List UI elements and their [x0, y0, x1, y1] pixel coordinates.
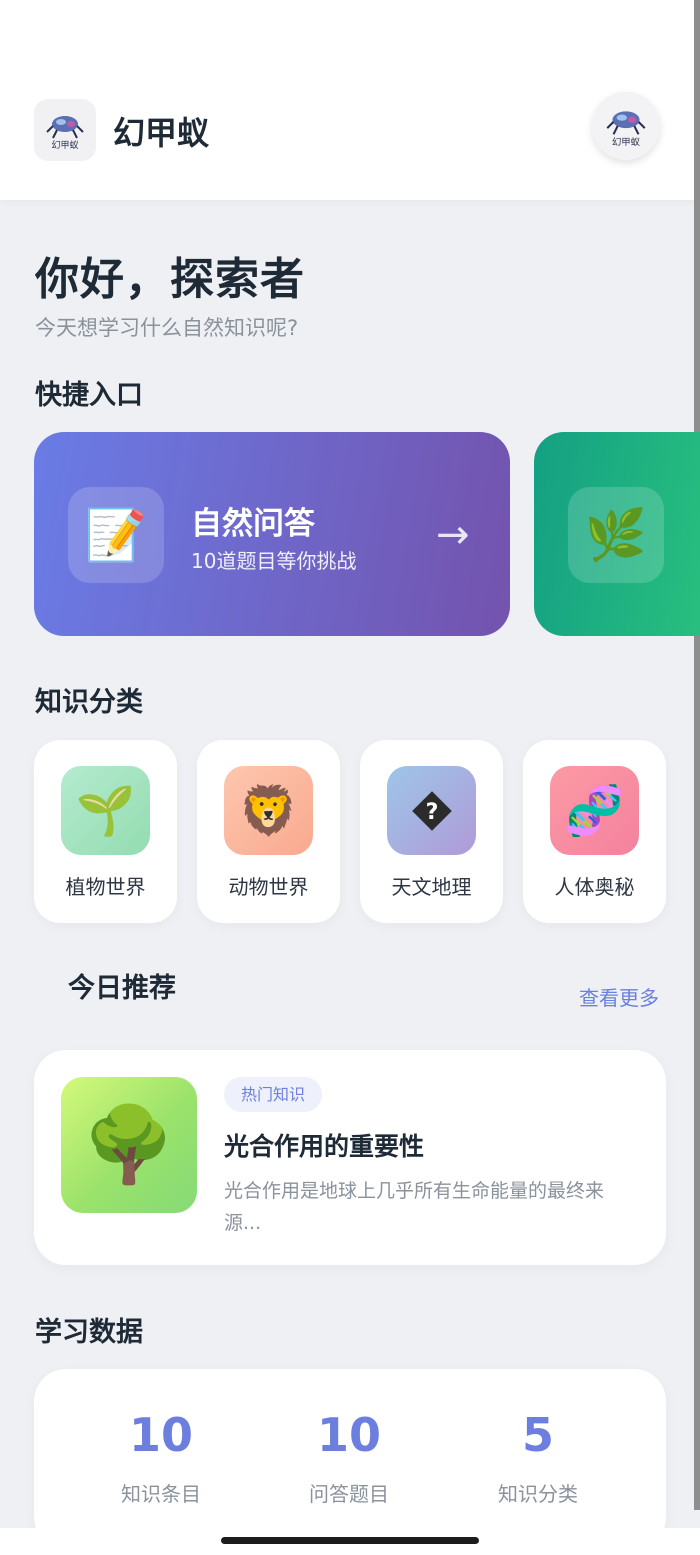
recommend-title: 今日推荐: [68, 973, 176, 1004]
category-plants[interactable]: 🌱 植物世界: [34, 740, 177, 923]
quick-entry-title: 快捷入口: [35, 380, 143, 411]
ant-logo-icon: 幻甲蚁: [46, 116, 84, 151]
lion-icon: 🦁: [224, 766, 313, 855]
category-label: 植物世界: [65, 875, 146, 899]
scrollbar[interactable]: [694, 0, 700, 1510]
category-human-body[interactable]: 🧬 人体奥秘: [523, 740, 666, 923]
view-more-link[interactable]: 查看更多: [579, 982, 659, 1011]
stats-title: 学习数据: [35, 1317, 143, 1348]
avatar-text: 幻甲蚁: [612, 136, 641, 148]
greeting-subtitle: 今天想学习什么自然知识呢?: [35, 316, 299, 340]
categories-title: 知识分类: [35, 687, 143, 718]
category-label: 人体奥秘: [554, 875, 635, 899]
app-logo[interactable]: 幻甲蚁: [34, 99, 96, 161]
quick-card-subtitle: 10道题目等你挑战: [191, 549, 357, 573]
seedling-icon: 🌱: [61, 766, 150, 855]
quick-card-title: 自然问答: [191, 506, 315, 542]
ant-avatar-icon: 幻甲蚁: [606, 111, 646, 148]
memo-pencil-icon: 📝: [68, 487, 164, 583]
app-title: 幻甲蚁: [113, 114, 210, 152]
question-diamond-shape: ?: [411, 790, 452, 831]
stat-value: 10: [128, 1408, 193, 1462]
home-indicator[interactable]: [221, 1537, 479, 1544]
recommend-card[interactable]: 🌳 热门知识 光合作用的重要性 光合作用是地球上几乎所有生命能量的最终来源...: [34, 1050, 666, 1265]
dna-icon: 🧬: [550, 766, 639, 855]
herb-leaf-icon: 🌿: [568, 487, 664, 583]
stat-label: 知识分类: [498, 1482, 578, 1506]
app-header: 幻甲蚁 幻甲蚁 幻甲蚁: [0, 0, 700, 200]
arrow-right-icon: →: [436, 512, 470, 558]
tree-icon: 🌳: [61, 1077, 197, 1213]
question-mark: ?: [425, 800, 438, 825]
user-avatar[interactable]: 幻甲蚁: [592, 92, 660, 160]
stat-label: 问答题目: [309, 1482, 389, 1506]
stat-value: 5: [521, 1408, 554, 1462]
hot-badge: 热门知识: [224, 1077, 323, 1112]
category-astronomy[interactable]: ? 天文地理: [360, 740, 503, 923]
recommend-card-description: 光合作用是地球上几乎所有生命能量的最终来源...: [224, 1180, 605, 1234]
recommend-card-title: 光合作用的重要性: [224, 1132, 425, 1161]
logo-text: 幻甲蚁: [51, 139, 78, 151]
category-label: 天文地理: [391, 875, 472, 899]
category-animals[interactable]: 🦁 动物世界: [197, 740, 340, 923]
greeting-title: 你好，探索者: [35, 254, 305, 305]
question-diamond-icon: ?: [387, 766, 476, 855]
stat-label: 知识条目: [121, 1482, 201, 1506]
category-label: 动物世界: [228, 875, 309, 899]
stat-value: 10: [316, 1408, 381, 1462]
